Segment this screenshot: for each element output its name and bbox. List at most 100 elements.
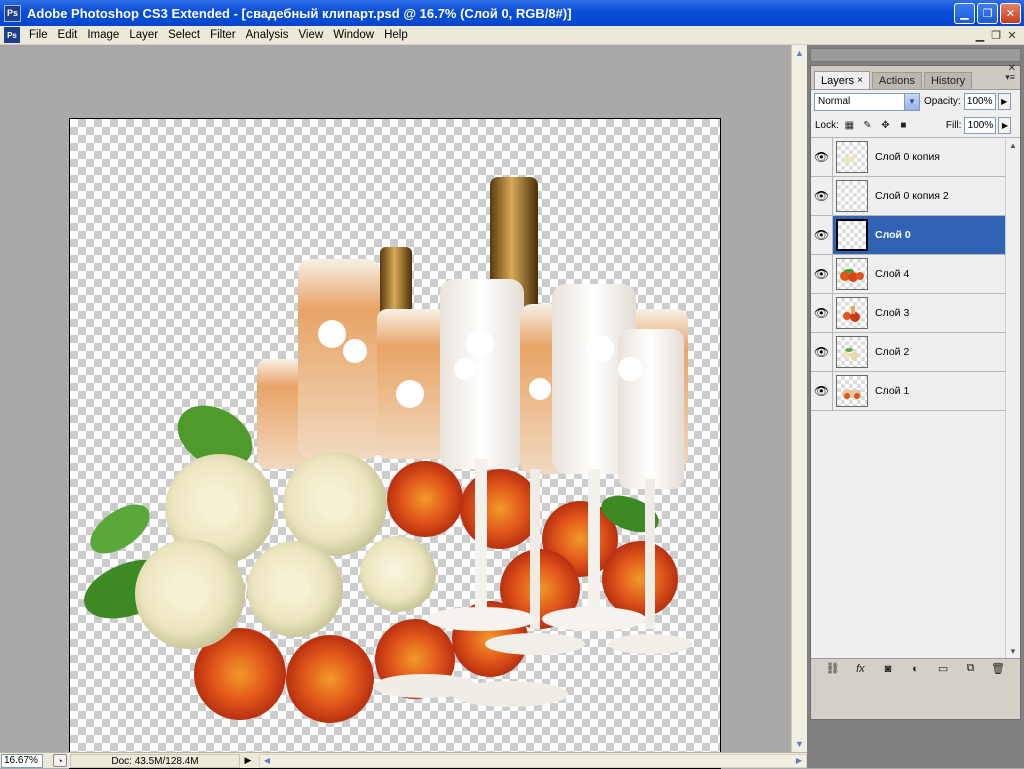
menu-select[interactable]: Select [163, 26, 205, 45]
blend-mode-value: Normal [818, 96, 851, 107]
status-menu-arrow-icon[interactable]: ▶ [242, 755, 254, 766]
eye-icon[interactable]: 👁 [811, 216, 833, 254]
menu-edit[interactable]: Edit [53, 26, 83, 45]
tab-history-label: History [930, 75, 966, 87]
link-layers-icon[interactable]: ⛓ [824, 661, 842, 676]
tab-actions[interactable]: Actions [871, 72, 922, 89]
document-minimize-button[interactable]: ▁ [972, 28, 988, 43]
fill-label: Fill: [945, 119, 962, 131]
window-title: Adobe Photoshop CS3 Extended - [свадебны… [27, 5, 572, 21]
layer-thumbnail[interactable] [836, 336, 868, 368]
lock-position-icon[interactable]: ✥ [879, 119, 892, 132]
document-horizontal-scrollbar[interactable]: ◀ ▶ [259, 753, 807, 768]
minimize-button[interactable]: ▁ [954, 3, 975, 24]
lock-transparency-icon[interactable]: ▦ [843, 119, 856, 132]
scroll-down-arrow-icon[interactable]: ▼ [792, 736, 807, 752]
opacity-slider-arrow-icon[interactable]: ▶ [997, 93, 1011, 110]
delete-layer-icon[interactable]: 🗑 [989, 661, 1007, 676]
scroll-left-arrow-icon[interactable]: ◀ [260, 755, 274, 767]
scroll-right-arrow-icon[interactable]: ▶ [792, 755, 806, 767]
document-icon[interactable]: Ps [4, 27, 20, 43]
tab-history[interactable]: History [923, 72, 973, 89]
layer-row[interactable]: 👁 Слой 0 копия [811, 138, 1020, 177]
document-workspace[interactable] [0, 45, 807, 769]
scroll-up-arrow-icon[interactable]: ▲ [792, 45, 807, 61]
adjustment-layer-icon[interactable]: ◐ [906, 661, 924, 676]
layer-thumbnail[interactable] [836, 297, 868, 329]
layer-thumbnail[interactable] [836, 375, 868, 407]
document-vertical-scrollbar[interactable]: ▲ ▼ [791, 45, 807, 752]
close-icon: ✕ [1005, 8, 1016, 20]
opacity-field[interactable]: 100% [963, 93, 996, 110]
layer-name[interactable]: Слой 4 [875, 268, 909, 280]
document-restore-button[interactable]: ❐ [988, 28, 1004, 43]
scroll-up-arrow-icon[interactable]: ▲ [1006, 138, 1020, 152]
document-close-button[interactable]: ✕ [1004, 28, 1020, 43]
restore-icon: ❐ [982, 8, 993, 20]
layers-panel: Layers × Actions History ✕ ▾≡ Normal ▼ O… [810, 63, 1021, 720]
layer-row[interactable]: 👁 Слой 2 [811, 333, 1020, 372]
title-bar[interactable]: Ps Adobe Photoshop CS3 Extended - [сваде… [0, 0, 1024, 26]
layer-name[interactable]: Слой 2 [875, 346, 909, 358]
eye-icon[interactable]: 👁 [811, 294, 833, 332]
layer-row[interactable]: 👁 Слой 1 [811, 372, 1020, 411]
eye-icon[interactable]: 👁 [811, 372, 833, 410]
fx-icon[interactable]: fx [851, 661, 869, 676]
menu-layer[interactable]: Layer [124, 26, 163, 45]
tab-layers[interactable]: Layers × [814, 71, 870, 89]
layer-name[interactable]: Слой 3 [875, 307, 909, 319]
fill-field[interactable]: 100% [964, 116, 997, 134]
layer-mask-icon[interactable]: ◙ [879, 661, 897, 676]
wedding-clipart-artwork [84, 177, 692, 723]
eye-icon[interactable]: 👁 [811, 333, 833, 371]
layer-name[interactable]: Слой 0 копия 2 [875, 190, 949, 202]
layer-row[interactable]: 👁 Слой 4 [811, 255, 1020, 294]
layer-row[interactable]: 👁 Слой 3 [811, 294, 1020, 333]
lock-all-icon[interactable]: ■ [897, 119, 910, 132]
dock-grip[interactable] [810, 48, 1021, 62]
blend-row: Normal ▼ Opacity: 100% ▶ [811, 90, 1020, 113]
tab-actions-label: Actions [878, 75, 915, 87]
tab-layers-label: Layers [821, 74, 855, 87]
photoshop-app-icon[interactable]: Ps [4, 4, 21, 22]
layer-thumbnail[interactable] [836, 258, 868, 290]
layers-list-scrollbar[interactable]: ▲ ▼ [1005, 138, 1020, 658]
layer-name[interactable]: Слой 0 копия [875, 151, 940, 163]
panel-dock: Layers × Actions History ✕ ▾≡ Normal ▼ O… [807, 45, 1024, 768]
new-group-icon[interactable]: ▭ [934, 661, 952, 676]
restore-button[interactable]: ❐ [977, 3, 998, 24]
layer-name[interactable]: Слой 0 [875, 229, 911, 241]
chevron-down-icon[interactable]: ▼ [904, 93, 919, 110]
menu-image[interactable]: Image [82, 26, 124, 45]
fill-slider-arrow-icon[interactable]: ▶ [998, 116, 1012, 134]
layer-row[interactable]: 👁 Слой 0 копия 2 [811, 177, 1020, 216]
tab-close-icon[interactable]: × [857, 73, 863, 89]
eye-icon[interactable]: 👁 [811, 255, 833, 293]
menu-filter[interactable]: Filter [205, 26, 241, 45]
image-canvas[interactable] [69, 118, 721, 769]
menu-help[interactable]: Help [379, 26, 413, 45]
menu-bar: Ps File Edit Image Layer Select Filter A… [0, 26, 1024, 45]
status-info-icon[interactable]: ◔ [53, 754, 67, 767]
blend-mode-select[interactable]: Normal ▼ [814, 92, 920, 111]
layer-thumbnail[interactable] [836, 219, 868, 251]
eye-icon[interactable]: 👁 [811, 138, 833, 176]
dock-empty-area [807, 721, 1024, 768]
eye-icon[interactable]: 👁 [811, 177, 833, 215]
menu-analysis[interactable]: Analysis [241, 26, 294, 45]
close-button[interactable]: ✕ [1000, 3, 1021, 24]
lock-pixels-icon[interactable]: ✎ [861, 119, 874, 132]
layer-thumbnail[interactable] [836, 180, 868, 212]
menu-window[interactable]: Window [328, 26, 379, 45]
menu-view[interactable]: View [293, 26, 328, 45]
scroll-down-arrow-icon[interactable]: ▼ [1006, 644, 1020, 658]
menu-file[interactable]: File [24, 26, 53, 45]
document-size-info[interactable]: Doc: 43.5M/128.4M [70, 753, 240, 768]
layer-name[interactable]: Слой 1 [875, 385, 909, 397]
zoom-level-field[interactable]: 16.67% [1, 753, 43, 768]
layer-row-selected[interactable]: 👁 Слой 0 [811, 216, 1020, 255]
lock-label: Lock: [815, 119, 839, 131]
layer-thumbnail[interactable] [836, 141, 868, 173]
panel-menu-icon[interactable]: ▾≡ [1005, 72, 1015, 83]
new-layer-icon[interactable]: ⧉ [962, 661, 980, 676]
